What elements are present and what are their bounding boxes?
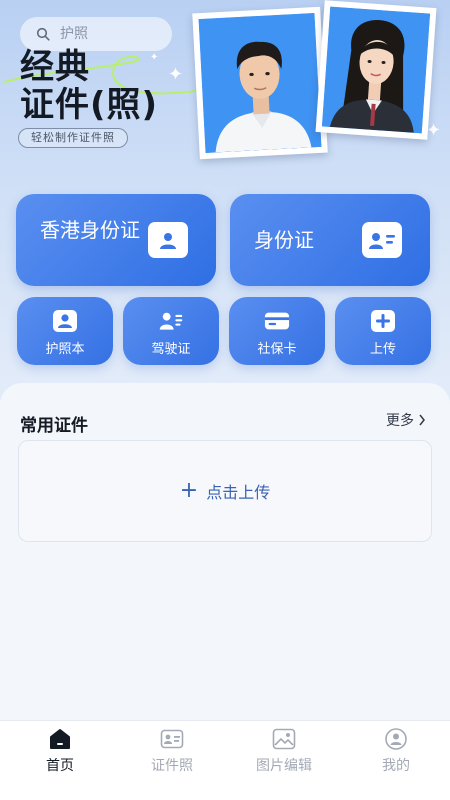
passport-icon — [52, 309, 78, 333]
male-portrait-illustration — [198, 13, 322, 153]
search-input[interactable] — [60, 26, 150, 42]
social-security-card-icon — [264, 309, 290, 333]
passport-label: 护照本 — [45, 342, 85, 357]
search-bar[interactable] — [20, 17, 172, 51]
sample-photo-female — [315, 0, 437, 140]
driver-license-icon — [158, 309, 184, 333]
tab-home-label: 首页 — [46, 758, 74, 774]
tab-profile-label: 我的 — [382, 758, 410, 774]
section-title-common: 常用证件 — [20, 416, 88, 436]
hk-id-card-label: 香港身份证 — [40, 218, 140, 242]
social-security-card-button[interactable]: 社保卡 — [229, 297, 325, 365]
image-edit-icon — [272, 728, 296, 750]
search-icon — [36, 27, 50, 41]
tab-home[interactable]: 首页 — [4, 721, 116, 800]
passport-button[interactable]: 护照本 — [17, 297, 113, 365]
driver-license-button[interactable]: 驾驶证 — [123, 297, 219, 365]
sparkle-icon: ✦ — [168, 64, 184, 85]
id-photo-icon — [160, 729, 184, 749]
subtitle-badge: 轻松制作证件照 — [18, 128, 128, 148]
social-security-card-label: 社保卡 — [257, 342, 297, 357]
click-upload-area[interactable]: + 点击上传 — [18, 440, 432, 542]
more-label: 更多 — [386, 413, 414, 429]
profile-icon — [385, 728, 407, 750]
female-portrait-illustration — [321, 6, 431, 134]
portrait-card-icon — [148, 222, 188, 258]
tab-id-photo-label: 证件照 — [151, 758, 193, 774]
tab-image-edit[interactable]: 图片编辑 — [228, 721, 340, 800]
title-line-2: 证件(照) — [20, 85, 159, 125]
hk-id-card-button[interactable]: 香港身份证 — [16, 194, 216, 286]
plus-icon: + — [179, 478, 199, 503]
sample-photo-male — [192, 6, 328, 160]
tab-image-edit-label: 图片编辑 — [256, 758, 312, 774]
bottom-tab-bar: 首页 证件照 图片编辑 我的 — [0, 720, 450, 800]
id-card-button[interactable]: 身份证 — [230, 194, 430, 286]
chevron-right-icon — [419, 414, 425, 426]
upload-button[interactable]: 上传 — [335, 297, 431, 365]
upload-label: 上传 — [369, 342, 396, 357]
click-upload-label: 点击上传 — [206, 483, 271, 502]
title-line-1: 经典 — [20, 47, 90, 87]
tab-id-photo[interactable]: 证件照 — [116, 721, 228, 800]
id-card-label: 身份证 — [254, 228, 314, 252]
page-title: 经典 证件(照) — [20, 48, 158, 124]
plus-icon — [370, 309, 396, 333]
home-icon — [50, 729, 70, 749]
tab-profile[interactable]: 我的 — [340, 721, 450, 800]
sparkle-icon: ✦ — [150, 52, 159, 63]
more-link[interactable]: 更多 — [386, 410, 426, 430]
id-card-icon — [362, 222, 402, 258]
driver-license-label: 驾驶证 — [151, 342, 191, 357]
